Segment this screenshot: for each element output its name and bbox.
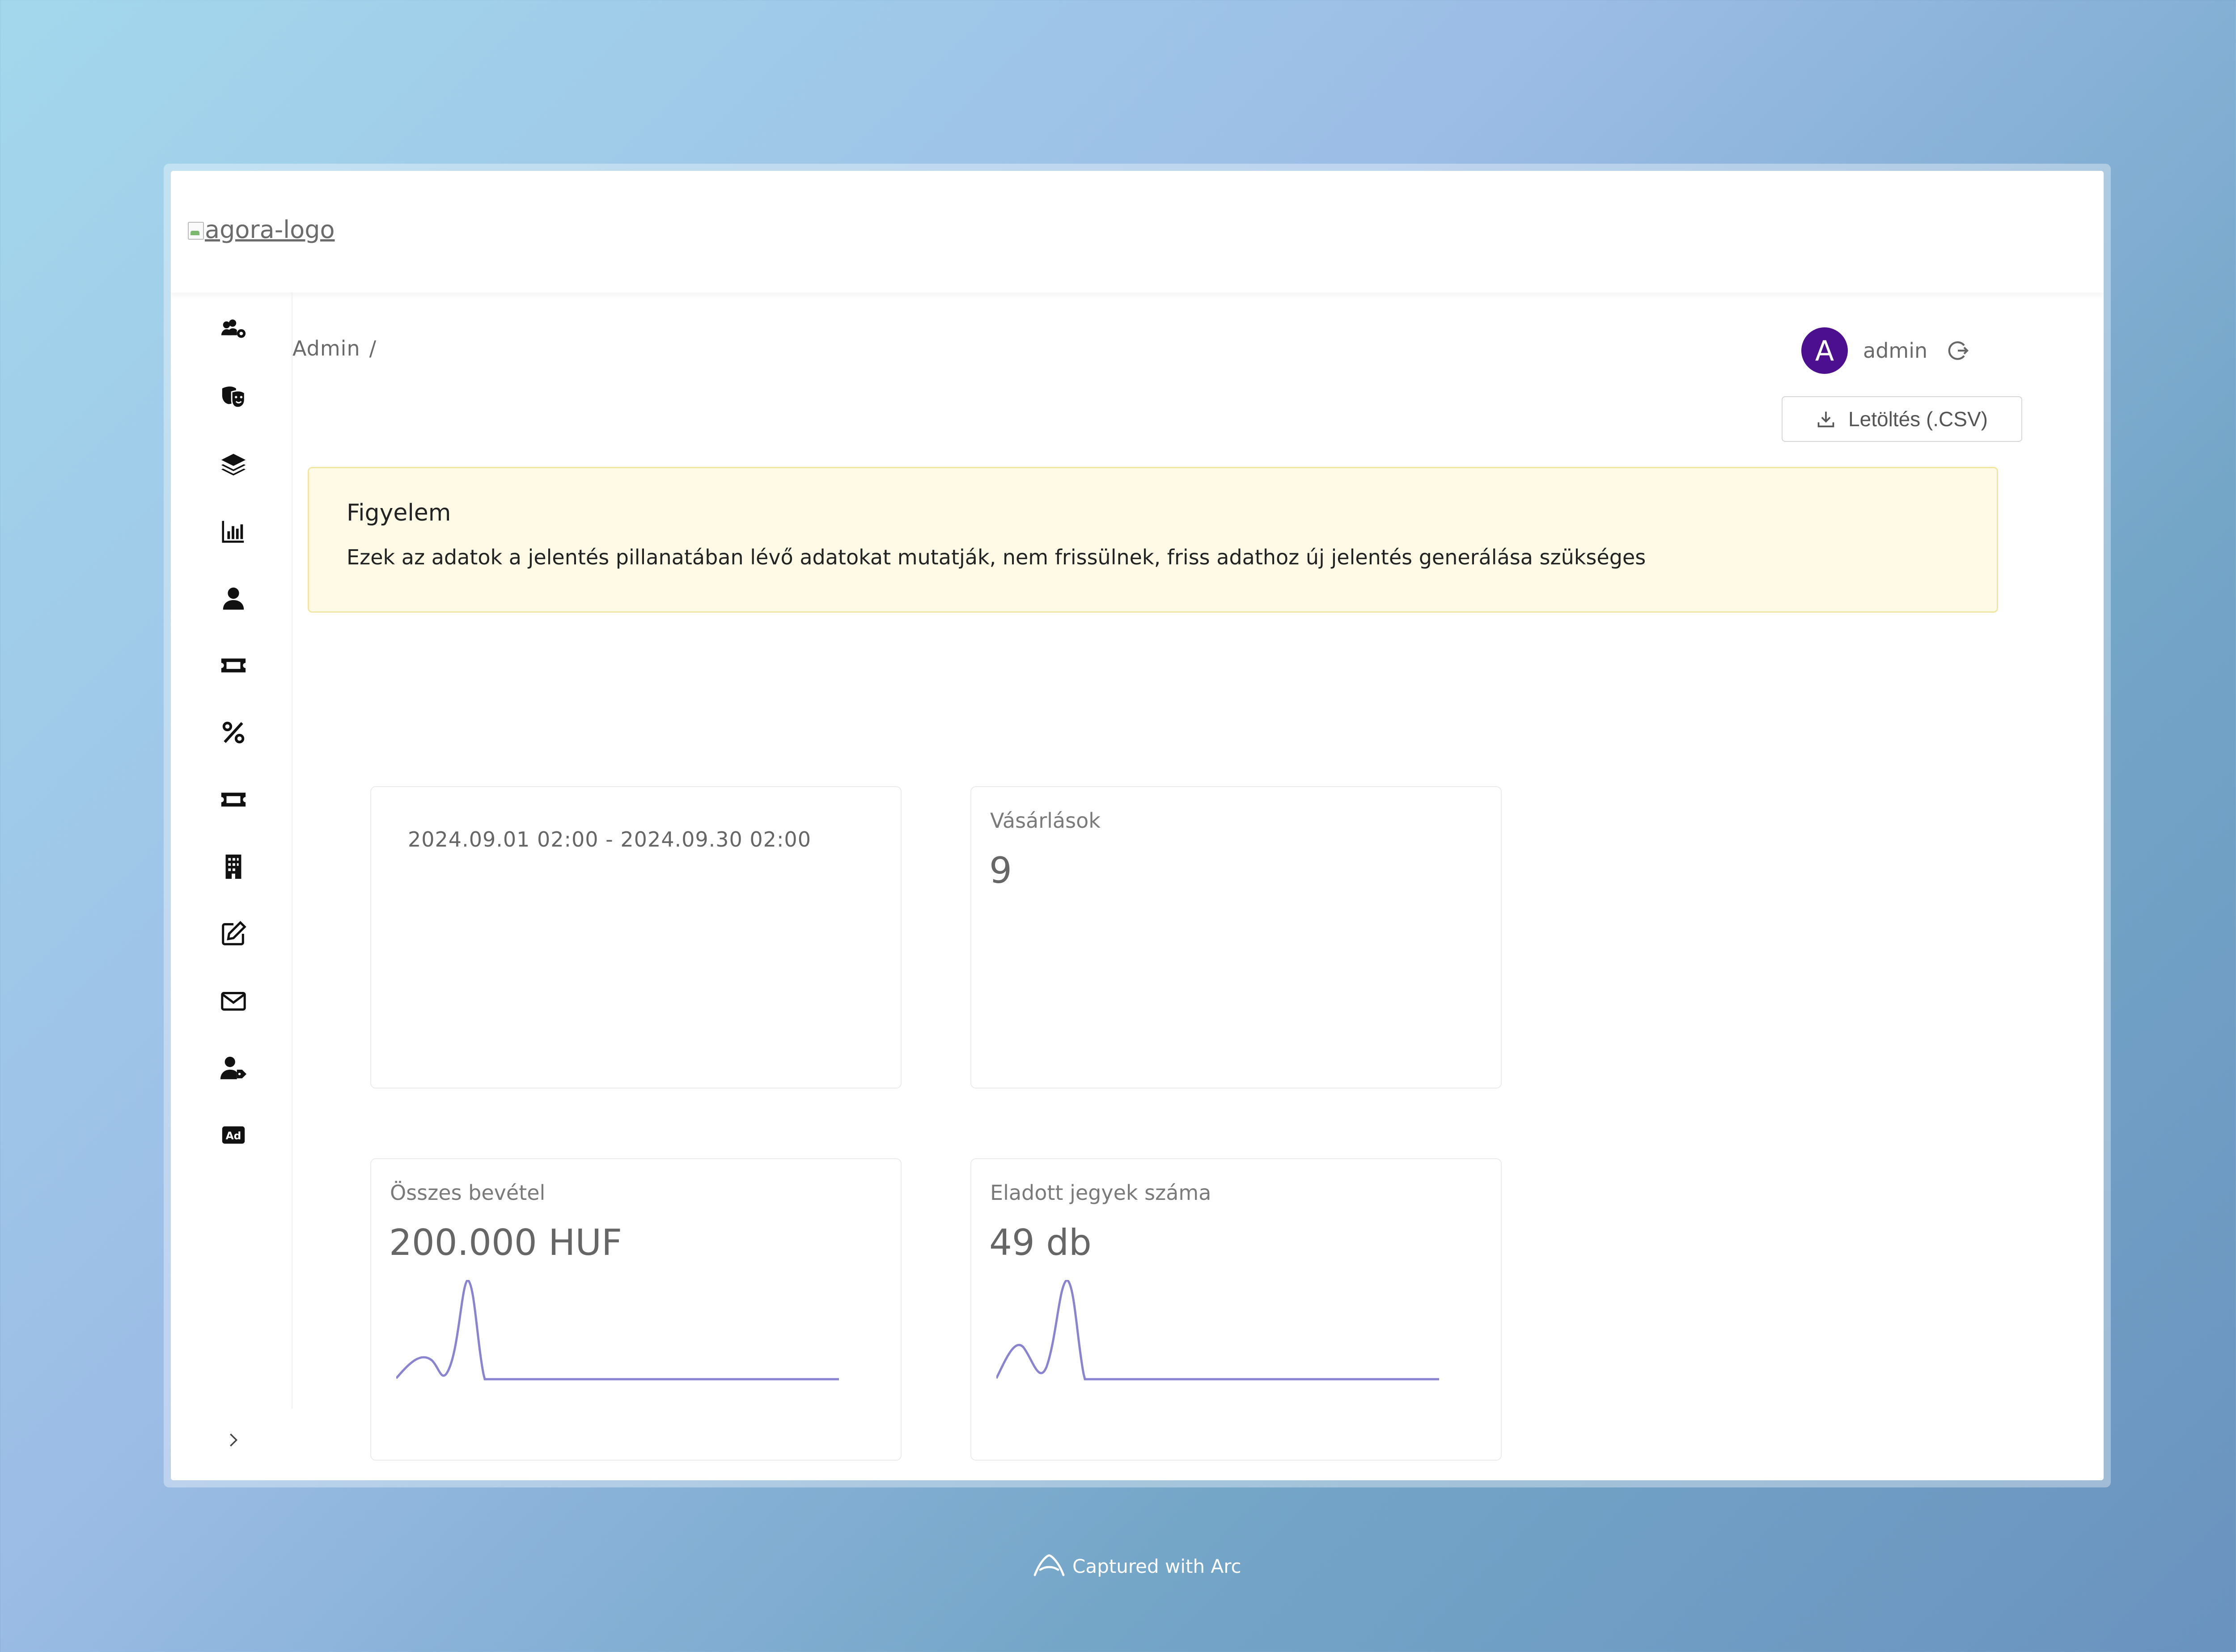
layers-icon[interactable] bbox=[216, 446, 251, 482]
edit-icon[interactable] bbox=[216, 916, 251, 952]
download-csv-label: Letöltés (.CSV) bbox=[1848, 407, 1988, 431]
ad-icon[interactable]: Ad bbox=[216, 1117, 251, 1153]
ticket-icon[interactable] bbox=[216, 648, 251, 683]
date-range: 2024.09.01 02:00 - 2024.09.30 02:00 bbox=[408, 827, 811, 851]
tickets-card: Eladott jegyek száma 49 db bbox=[970, 1158, 1502, 1461]
broken-image-icon bbox=[186, 219, 204, 241]
revenue-value: 200.000 HUF bbox=[389, 1222, 622, 1263]
percent-icon[interactable] bbox=[216, 715, 251, 750]
alert-text: Ezek az adatok a jelentés pillanatában l… bbox=[347, 545, 1646, 569]
tickets-sparkline bbox=[996, 1280, 1439, 1381]
user-icon[interactable] bbox=[216, 580, 251, 616]
alert-title: Figyelem bbox=[347, 500, 451, 526]
arc-watermark: Captured with Arc bbox=[1031, 1552, 1241, 1580]
top-bar: agora-logo bbox=[171, 171, 2104, 292]
purchases-value: 9 bbox=[989, 850, 1012, 891]
warning-alert: Figyelem Ezek az adatok a jelentés pilla… bbox=[308, 467, 1998, 613]
purchases-label: Vásárlások bbox=[990, 809, 1101, 833]
sidebar: Ad bbox=[171, 292, 292, 1409]
ticket-alt-icon[interactable] bbox=[216, 782, 251, 818]
agora-logo[interactable]: agora-logo bbox=[186, 216, 335, 244]
breadcrumb: Admin / bbox=[292, 336, 377, 360]
logo-alt-text: agora-logo bbox=[205, 216, 335, 244]
avatar[interactable]: A bbox=[1801, 327, 1848, 374]
revenue-sparkline bbox=[396, 1280, 839, 1381]
period-card: 2024.09.01 02:00 - 2024.09.30 02:00 bbox=[370, 786, 902, 1089]
chevron-right-icon[interactable] bbox=[220, 1427, 247, 1453]
arc-logo-icon bbox=[1033, 1554, 1065, 1576]
theater-masks-icon[interactable] bbox=[216, 379, 251, 415]
user-tag-icon[interactable] bbox=[216, 1050, 251, 1086]
browser-frame: agora-logo Ad Admin / A admin Letöltés (… bbox=[164, 164, 2111, 1487]
breadcrumb-admin[interactable]: Admin bbox=[292, 336, 360, 360]
download-csv-button[interactable]: Letöltés (.CSV) bbox=[1782, 396, 2022, 442]
breadcrumb-separator: / bbox=[369, 336, 377, 360]
username: admin bbox=[1863, 339, 1928, 363]
users-cog-icon[interactable] bbox=[216, 312, 251, 348]
main-content: Admin / A admin Letöltés (.CSV) Figyelem … bbox=[292, 292, 2104, 1480]
arc-text: Captured with Arc bbox=[1072, 1555, 1241, 1577]
user-menu: A admin bbox=[1801, 327, 1970, 374]
envelope-icon[interactable] bbox=[216, 983, 251, 1019]
bar-chart-icon[interactable] bbox=[216, 513, 251, 549]
svg-text:Ad: Ad bbox=[226, 1130, 241, 1142]
app-window: agora-logo Ad Admin / A admin Letöltés (… bbox=[171, 171, 2104, 1480]
download-icon bbox=[1817, 411, 1834, 428]
revenue-card: Összes bevétel 200.000 HUF bbox=[370, 1158, 902, 1461]
tickets-value: 49 db bbox=[989, 1222, 1092, 1263]
tickets-label: Eladott jegyek száma bbox=[990, 1181, 1211, 1205]
building-icon[interactable] bbox=[216, 849, 251, 885]
revenue-label: Összes bevétel bbox=[390, 1181, 546, 1205]
logout-icon[interactable] bbox=[1945, 338, 1970, 363]
purchases-card: Vásárlások 9 bbox=[970, 786, 1502, 1089]
